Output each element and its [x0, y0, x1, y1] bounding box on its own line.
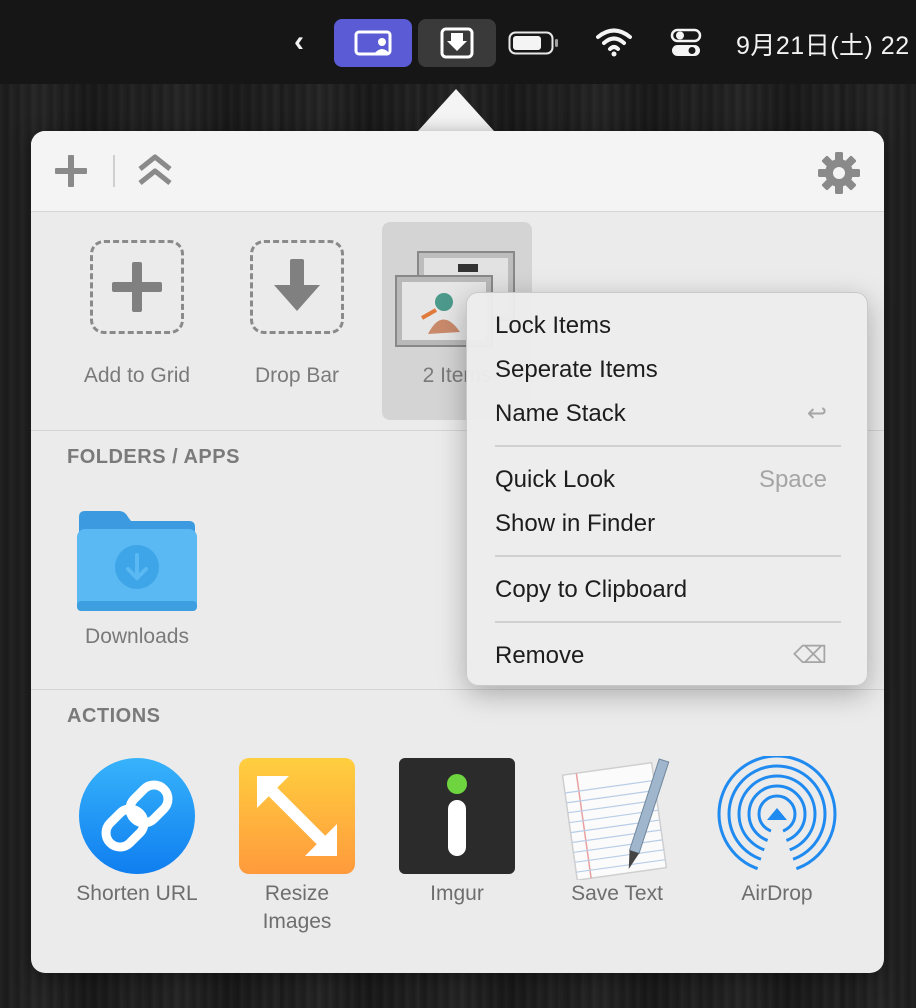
plus-icon — [112, 262, 162, 312]
menu-item-show-in-finder[interactable]: Show in Finder — [467, 502, 867, 546]
tray-download-icon — [440, 27, 474, 59]
menu-item-quick-look[interactable]: Quick Look Space — [467, 458, 867, 502]
toolbar-divider — [113, 155, 115, 187]
popover-pointer — [418, 89, 494, 131]
downloads-folder-icon — [77, 511, 197, 611]
resize-images-label-line2: Images — [262, 910, 332, 933]
menu-item-remove[interactable]: Remove ⌫ — [467, 634, 867, 678]
delete-key-icon: ⌫ — [793, 642, 827, 669]
collapse-button[interactable] — [137, 153, 173, 194]
menu-separator — [495, 555, 841, 557]
shorten-url-action[interactable]: Shorten URL — [62, 756, 212, 956]
battery-icon[interactable] — [508, 31, 560, 60]
double-chevron-up-icon — [138, 154, 172, 185]
menu-item-copy-to-clipboard[interactable]: Copy to Clipboard — [467, 568, 867, 612]
menu-separator — [495, 621, 841, 623]
menu-item-separate-items[interactable]: Seperate Items — [467, 348, 867, 392]
menubar-clock[interactable]: 9月21日(土) 22 — [736, 26, 910, 62]
downloads-label: Downloads — [85, 625, 189, 648]
screen-share-icon — [354, 30, 392, 56]
settings-button[interactable] — [817, 151, 861, 200]
control-center-icon[interactable] — [670, 28, 702, 63]
add-button[interactable] — [53, 153, 89, 194]
imgur-icon — [399, 758, 515, 874]
add-to-grid-dropbox — [90, 240, 184, 334]
airdrop-icon — [717, 756, 837, 876]
airdrop-action[interactable]: AirDrop — [702, 756, 852, 956]
imgur-action[interactable]: Imgur — [382, 756, 532, 956]
menubar-collapse-chevron-icon[interactable]: ‹ — [286, 24, 312, 60]
down-arrow-icon — [274, 259, 320, 311]
plus-icon — [55, 155, 87, 187]
menu-separator — [495, 445, 841, 447]
add-to-grid-tile[interactable]: Add to Grid — [62, 212, 212, 422]
save-text-action[interactable]: Save Text — [542, 756, 692, 956]
folders-apps-header: FOLDERS / APPS — [67, 446, 240, 468]
popover-toolbar — [31, 131, 884, 212]
resize-icon — [239, 758, 355, 874]
drop-bar-label: Drop Bar — [254, 364, 340, 387]
drop-bar-dropbox — [250, 240, 344, 334]
menu-item-lock-items[interactable]: Lock Items — [467, 304, 867, 348]
stack-context-menu: Lock Items Seperate Items Name Stack ↩ Q… — [466, 292, 868, 686]
imgur-label: Imgur — [430, 882, 484, 905]
add-to-grid-label: Add to Grid — [83, 364, 191, 387]
resize-images-action[interactable]: Resize Images — [222, 756, 372, 956]
airdrop-label: AirDrop — [741, 882, 813, 905]
screen-sharing-menubar-button[interactable] — [334, 19, 412, 67]
actions-section: ACTIONS Shorten URL Resize Images Imgur … — [31, 690, 884, 973]
dropzone-menubar-button[interactable] — [418, 19, 496, 67]
return-key-icon: ↩ — [806, 400, 827, 427]
quick-look-shortcut: Space — [758, 466, 827, 493]
notepad-icon — [561, 758, 670, 880]
gear-icon — [818, 152, 860, 194]
menu-bar: ‹ 9月21日(土) 22 — [0, 0, 916, 84]
menu-item-name-stack[interactable]: Name Stack ↩ — [467, 392, 867, 436]
resize-images-label-line1: Resize — [264, 882, 330, 905]
wifi-icon[interactable] — [595, 26, 633, 63]
actions-header: ACTIONS — [67, 705, 161, 727]
link-icon — [79, 758, 195, 874]
downloads-folder-tile[interactable]: Downloads — [62, 501, 212, 681]
shorten-url-label: Shorten URL — [76, 882, 198, 905]
drop-bar-tile[interactable]: Drop Bar — [222, 212, 372, 422]
save-text-label: Save Text — [571, 882, 663, 905]
